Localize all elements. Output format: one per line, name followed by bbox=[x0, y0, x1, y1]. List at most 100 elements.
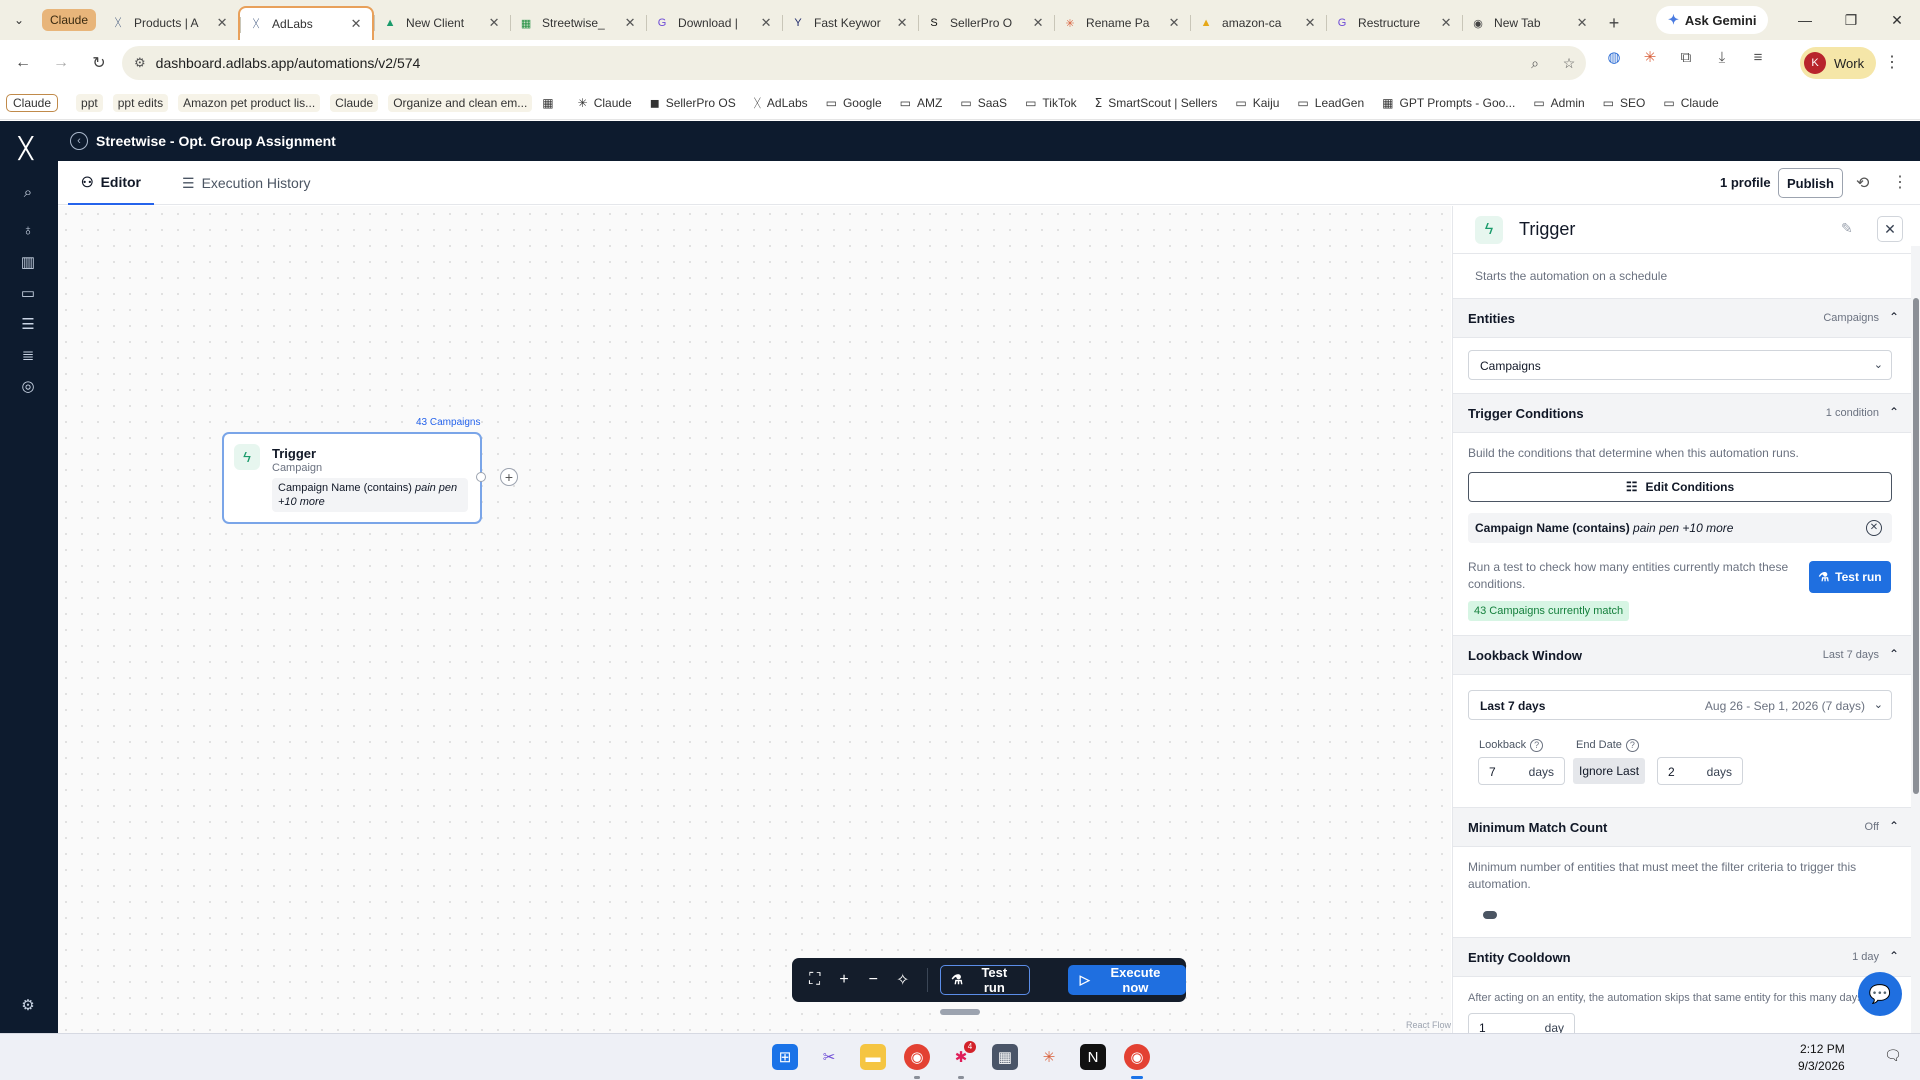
adlabs-logo-icon[interactable]: ᚷ bbox=[18, 133, 34, 164]
bookmark-item[interactable]: ▭ AMZ bbox=[900, 96, 943, 110]
fit-view-icon[interactable]: ⛶ bbox=[800, 965, 829, 995]
claude-app-icon[interactable]: ✳ bbox=[1036, 1044, 1062, 1070]
bookmark-item[interactable]: ppt bbox=[76, 93, 103, 112]
close-tab-icon[interactable]: ✕ bbox=[1302, 15, 1318, 31]
close-tab-icon[interactable]: ✕ bbox=[1166, 15, 1182, 31]
magic-wand-icon[interactable]: ✧ bbox=[888, 965, 917, 995]
browser-tab[interactable]: ᚷ Products | A ✕ bbox=[102, 6, 238, 40]
system-clock[interactable]: 2:12 PM 9/3/2026 bbox=[1798, 1041, 1845, 1075]
min-match-section-header[interactable]: Minimum Match Count Off ⌃ bbox=[1453, 807, 1911, 847]
profiles-count[interactable]: 1 profile bbox=[1720, 175, 1771, 190]
publish-button[interactable]: Publish bbox=[1778, 168, 1843, 198]
help-icon[interactable]: ? bbox=[1625, 739, 1639, 752]
analytics-icon[interactable]: ▥ bbox=[18, 253, 38, 273]
bookmark-item[interactable]: ▭ TikTok bbox=[1025, 96, 1077, 110]
checklist-icon[interactable]: ☰ bbox=[18, 315, 38, 335]
download-icon[interactable]: ⤓ bbox=[1704, 49, 1740, 66]
cooldown-days-input[interactable]: 1 day bbox=[1468, 1013, 1575, 1033]
toolbar-test-run-button[interactable]: ⚗ Test run bbox=[940, 965, 1030, 995]
close-tab-icon[interactable]: ✕ bbox=[1574, 15, 1590, 31]
remove-condition-icon[interactable]: ✕ bbox=[1866, 520, 1882, 536]
close-tab-icon[interactable]: ✕ bbox=[758, 15, 774, 31]
calculator-icon[interactable]: ▦ bbox=[992, 1044, 1018, 1070]
browser-tab[interactable]: G Download | ✕ bbox=[646, 6, 782, 40]
condition-chip[interactable]: Campaign Name (contains) pain pen +10 mo… bbox=[1468, 513, 1892, 543]
zoom-in-icon[interactable]: + bbox=[829, 965, 858, 995]
bookmark-item[interactable]: ▭ LeadGen bbox=[1297, 96, 1364, 110]
bookmark-item[interactable]: Amazon pet product lis... bbox=[178, 93, 321, 112]
ask-gemini-button[interactable]: ✦ Ask Gemini bbox=[1656, 6, 1769, 34]
end-date-days-input[interactable]: 2 days bbox=[1657, 757, 1743, 785]
windows-start-icon[interactable]: ⊞ bbox=[772, 1044, 798, 1070]
restore-icon[interactable]: ❐ bbox=[1828, 0, 1874, 40]
browser-tab[interactable]: Y Fast Keywor ✕ bbox=[782, 6, 918, 40]
bookmark-item[interactable]: ▭ Google bbox=[826, 96, 882, 110]
forward-arrow-icon[interactable]: → bbox=[42, 44, 80, 82]
lightbulb-icon[interactable]: ♁ bbox=[18, 221, 38, 241]
node-output-handle[interactable] bbox=[476, 472, 486, 482]
browser-tab[interactable]: ▲ New Client ✕ bbox=[374, 6, 510, 40]
lookback-select[interactable]: Last 7 days Aug 26 - Sep 1, 2026 (7 days… bbox=[1468, 690, 1892, 720]
snipping-tool-icon[interactable]: ✂ bbox=[816, 1044, 842, 1070]
browser-menu-icon[interactable]: ⋮ bbox=[1884, 52, 1900, 72]
tab-editor[interactable]: ⚇ Editor bbox=[68, 161, 155, 205]
close-tab-icon[interactable]: ✕ bbox=[622, 15, 638, 31]
panel-test-run-button[interactable]: ⚗ Test run bbox=[1809, 561, 1891, 593]
settings-gear-icon[interactable]: ⚙ bbox=[18, 996, 38, 1016]
browser-tab[interactable]: ◉ New Tab ✕ bbox=[1462, 6, 1598, 40]
trigger-node[interactable]: ϟ Trigger Campaign Campaign Name (contai… bbox=[222, 432, 482, 524]
close-icon[interactable]: ✕ bbox=[1877, 216, 1903, 242]
omnibox[interactable]: ⚙ dashboard.adlabs.app/automations/v2/57… bbox=[122, 46, 1586, 80]
close-tab-icon[interactable]: ✕ bbox=[1030, 15, 1046, 31]
bookmark-item[interactable]: ⵉ SmartScout | Sellers bbox=[1095, 96, 1218, 110]
reload-icon[interactable]: ↻ bbox=[80, 44, 118, 82]
lookback-section-header[interactable]: Lookback Window Last 7 days ⌃ bbox=[1453, 635, 1911, 675]
bookmark-item[interactable]: ppt edits bbox=[112, 93, 169, 112]
react-flow-attribution[interactable]: React Flow bbox=[1406, 1020, 1451, 1030]
bookmark-item[interactable]: ▦ bbox=[542, 96, 559, 110]
file-explorer-icon[interactable]: ▬ bbox=[860, 1044, 886, 1070]
url-text[interactable]: dashboard.adlabs.app/automations/v2/574 bbox=[156, 55, 1518, 71]
site-info-icon[interactable]: ⚙ bbox=[134, 55, 146, 71]
extensions-puzzle-icon[interactable]: ⧉ bbox=[1668, 49, 1704, 66]
min-match-toggle[interactable] bbox=[1483, 911, 1497, 919]
entities-select[interactable]: Campaigns ⌄ bbox=[1468, 350, 1892, 380]
close-tab-icon[interactable]: ✕ bbox=[486, 15, 502, 31]
conditions-section-header[interactable]: Trigger Conditions 1 condition ⌃ bbox=[1453, 393, 1911, 433]
bookmark-item[interactable]: ▭ SaaS bbox=[960, 96, 1007, 110]
bookmark-item[interactable]: ▭ Admin bbox=[1533, 96, 1584, 110]
bookmark-star-icon[interactable]: ☆ bbox=[1552, 55, 1586, 72]
bookmark-item[interactable]: ▦ GPT Prompts - Goo... bbox=[1382, 96, 1515, 110]
password-extension-icon[interactable]: ◍ bbox=[1596, 48, 1632, 66]
back-circle-icon[interactable]: ‹ bbox=[70, 132, 88, 150]
rules-icon[interactable]: ≣ bbox=[18, 346, 38, 366]
version-history-icon[interactable]: ⟲ bbox=[1856, 173, 1869, 193]
support-chat-icon[interactable]: 💬 bbox=[1858, 972, 1902, 1016]
more-options-icon[interactable]: ⋮ bbox=[1892, 172, 1908, 192]
close-tab-icon[interactable]: ✕ bbox=[214, 15, 230, 31]
bookmark-item[interactable]: ◼ SellerPro OS bbox=[650, 96, 736, 110]
bookmark-item[interactable]: Claude bbox=[330, 93, 379, 112]
close-tab-icon[interactable]: ✕ bbox=[348, 16, 364, 32]
new-tab-button[interactable]: + bbox=[1598, 6, 1630, 40]
cooldown-section-header[interactable]: Entity Cooldown 1 day ⌃ bbox=[1453, 937, 1911, 977]
close-window-icon[interactable]: ✕ bbox=[1874, 0, 1920, 40]
browser-tab[interactable]: S SellerPro O ✕ bbox=[918, 6, 1054, 40]
monitor-icon[interactable]: ▭ bbox=[18, 284, 38, 304]
add-node-button[interactable]: + bbox=[500, 468, 518, 486]
back-arrow-icon[interactable]: ← bbox=[4, 44, 42, 82]
lookback-days-input[interactable]: 7 days bbox=[1478, 757, 1565, 785]
notification-icon[interactable]: 🗨 bbox=[1884, 1047, 1902, 1064]
globe-icon[interactable]: ◎ bbox=[18, 377, 38, 397]
bookmark-item[interactable]: Organize and clean em... bbox=[388, 93, 533, 112]
zoom-icon[interactable]: ⌕ bbox=[1518, 55, 1552, 72]
browser-tab[interactable]: ▲ amazon-ca ✕ bbox=[1190, 6, 1326, 40]
bookmark-item[interactable]: ✳ Claude bbox=[578, 96, 632, 110]
edit-conditions-button[interactable]: ☷ Edit Conditions bbox=[1468, 472, 1892, 502]
browser-tab[interactable]: ✳ Rename Pa ✕ bbox=[1054, 6, 1190, 40]
pencil-icon[interactable]: ✎ bbox=[1841, 220, 1853, 237]
zoom-out-icon[interactable]: − bbox=[859, 965, 888, 995]
browser-tab[interactable]: G Restructure ✕ bbox=[1326, 6, 1462, 40]
bookmark-item[interactable]: ▭ Kaiju bbox=[1235, 96, 1279, 110]
bookmark-item[interactable]: ▭ SEO bbox=[1603, 96, 1646, 110]
